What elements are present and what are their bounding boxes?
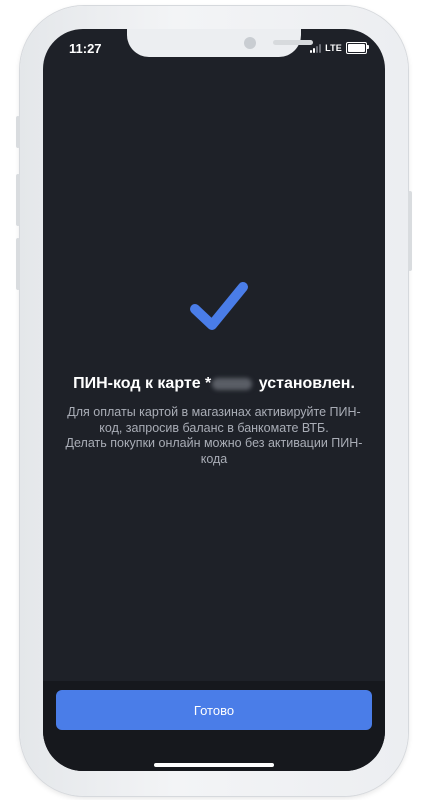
side-button-volume-up xyxy=(16,174,20,226)
side-button-mute xyxy=(16,116,20,148)
app-screen: 11:27 LTE ПИН-код к карте * установлен. … xyxy=(43,29,385,771)
description-line: Делать покупки онлайн можно без активаци… xyxy=(65,436,363,466)
page-title: ПИН-код к карте * установлен. xyxy=(43,375,385,393)
status-time: 11:27 xyxy=(69,41,102,56)
speaker-grille xyxy=(273,40,313,45)
bottom-panel: Готово xyxy=(43,681,385,771)
side-button-power xyxy=(408,191,412,271)
description: Для оплаты картой в магазинах активируйт… xyxy=(65,405,363,467)
checkmark-icon xyxy=(190,282,248,330)
title-suffix: установлен. xyxy=(258,375,355,392)
home-indicator[interactable] xyxy=(154,763,274,767)
status-indicators: LTE xyxy=(310,42,369,54)
battery-icon xyxy=(346,42,369,54)
masked-card-number xyxy=(212,377,253,390)
side-button-volume-down xyxy=(16,238,20,290)
network-label: LTE xyxy=(325,43,342,53)
description-line: Для оплаты картой в магазинах активируйт… xyxy=(67,405,361,435)
front-camera xyxy=(244,37,256,49)
done-button[interactable]: Готово xyxy=(56,690,372,730)
signal-icon xyxy=(310,43,322,53)
device-notch xyxy=(127,29,313,57)
title-prefix: ПИН-код к карте * xyxy=(73,375,212,392)
